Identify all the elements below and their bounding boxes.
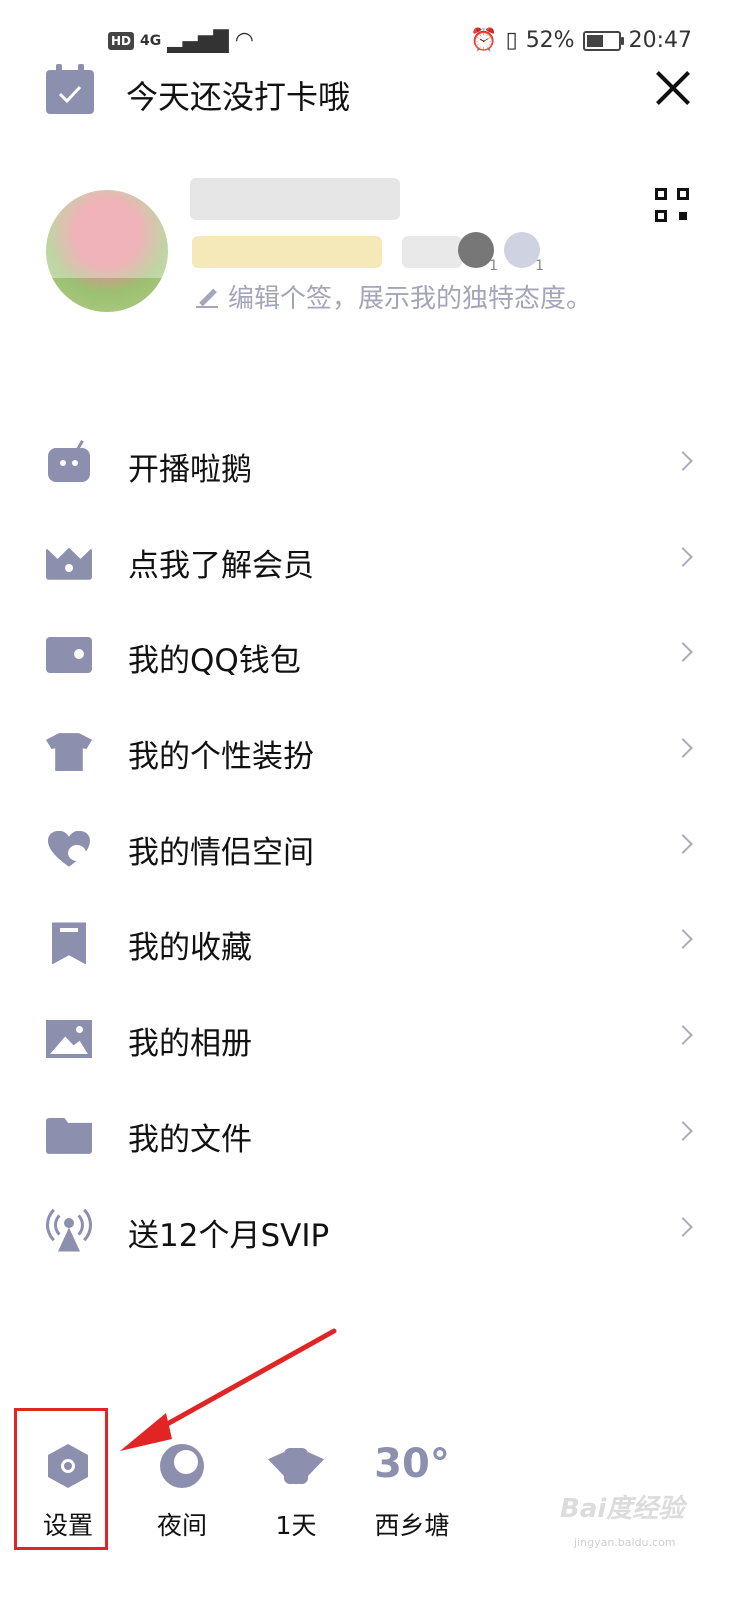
photo-icon [46, 1016, 92, 1060]
chevron-right-icon [673, 1025, 693, 1046]
chevron-right-icon [673, 642, 693, 663]
highlight-box [14, 1408, 108, 1550]
level-badge-icon[interactable]: 1 [504, 232, 544, 274]
chevron-right-icon [673, 1120, 693, 1141]
bookmark-icon [46, 920, 92, 965]
menu-item-vip[interactable]: 点我了解会员 [0, 512, 748, 608]
signature-editor[interactable]: 编辑个签，展示我的独特态度。 [196, 278, 592, 315]
menu-item-wallet[interactable]: 我的QQ钱包 [0, 607, 748, 703]
watermark-url: jingyan.baidu.com [574, 1536, 676, 1549]
watermark-logo: Bai度经验 [560, 1494, 685, 1524]
menu-item-couple[interactable]: 我的情侣空间 [0, 799, 748, 895]
menu-item-files[interactable]: 我的文件 [0, 1086, 748, 1182]
tv-robot-icon [46, 440, 92, 486]
pencil-icon [196, 286, 218, 308]
chevron-right-icon [673, 929, 693, 950]
menu-item-live[interactable]: 开播啦鹅 [0, 416, 748, 512]
active-days-label: 1天 [275, 1511, 317, 1540]
drawer-menu: 开播啦鹅 点我了解会员 我的QQ钱包 我的个性装扮 我的情侣空间 我的收藏 我的… [0, 416, 748, 1277]
temperature: 30° [374, 1441, 450, 1487]
checkin-prompt[interactable]: 今天还没打卡哦 [126, 72, 350, 118]
level-badge-icon[interactable]: 1 [458, 232, 498, 274]
menu-item-label: 点我了解会员 [128, 547, 314, 584]
status-bar: HD 4G ▂▄▆█ ◠ ⏰ ▯ 52% 20:47 [0, 28, 748, 58]
folder-icon [46, 1112, 92, 1156]
menu-item-label: 我的收藏 [128, 930, 252, 967]
crown-icon [46, 538, 92, 582]
annotation-arrow [120, 1328, 337, 1451]
chevron-right-icon [673, 451, 693, 471]
menu-item-label: 送12个月SVIP [128, 1217, 330, 1254]
menu-item-favorites[interactable]: 我的收藏 [0, 894, 748, 990]
chevron-right-icon [673, 833, 693, 854]
calendar-check-icon[interactable] [46, 64, 94, 114]
night-mode-label: 夜间 [156, 1511, 207, 1540]
menu-item-label: 我的个性装扮 [128, 739, 314, 776]
menu-item-svip-gift[interactable]: 送12个月SVIP [0, 1182, 748, 1278]
menu-item-label: 我的相册 [128, 1026, 252, 1063]
avatar-blur-overlay [30, 170, 210, 278]
menu-item-dressup[interactable]: 我的个性装扮 [0, 703, 748, 799]
level-badge-count: 1 [535, 258, 544, 274]
signal-icon: ▂▄▆█ [167, 28, 229, 53]
network-type: 4G [140, 32, 162, 49]
qr-code-icon[interactable] [655, 188, 689, 222]
vibrate-icon: ▯ [505, 28, 518, 53]
vip-tag-blurred[interactable] [192, 236, 382, 268]
menu-item-label: 我的文件 [128, 1121, 252, 1158]
battery-icon [582, 30, 624, 51]
menu-item-label: 我的QQ钱包 [128, 643, 301, 680]
battery-percent: 52% [525, 28, 575, 53]
clock: 20:47 [628, 28, 692, 53]
hearts-icon [46, 825, 92, 869]
weather-button[interactable]: 30° 西乡塘 [362, 1440, 462, 1540]
wifi-icon: ◠ [234, 28, 254, 53]
wallet-icon [46, 633, 92, 677]
tshirt-icon [46, 729, 92, 773]
tag-blurred [402, 236, 462, 268]
chevron-right-icon [673, 546, 693, 567]
level-badge-count: 1 [489, 258, 498, 274]
menu-item-album[interactable]: 我的相册 [0, 990, 748, 1086]
menu-item-label: 我的情侣空间 [128, 834, 314, 871]
hd-badge: HD [108, 31, 135, 50]
chevron-right-icon [673, 1216, 693, 1237]
chevron-right-icon [673, 738, 693, 758]
nickname-blurred[interactable] [190, 178, 400, 220]
weather-location: 西乡塘 [374, 1511, 450, 1540]
signature-placeholder: 编辑个签，展示我的独特态度。 [228, 284, 593, 314]
menu-item-label: 开播啦鹅 [128, 452, 252, 488]
alarm-icon: ⏰ [470, 28, 498, 53]
close-icon[interactable] [655, 70, 691, 106]
signal-tower-icon [46, 1201, 92, 1252]
